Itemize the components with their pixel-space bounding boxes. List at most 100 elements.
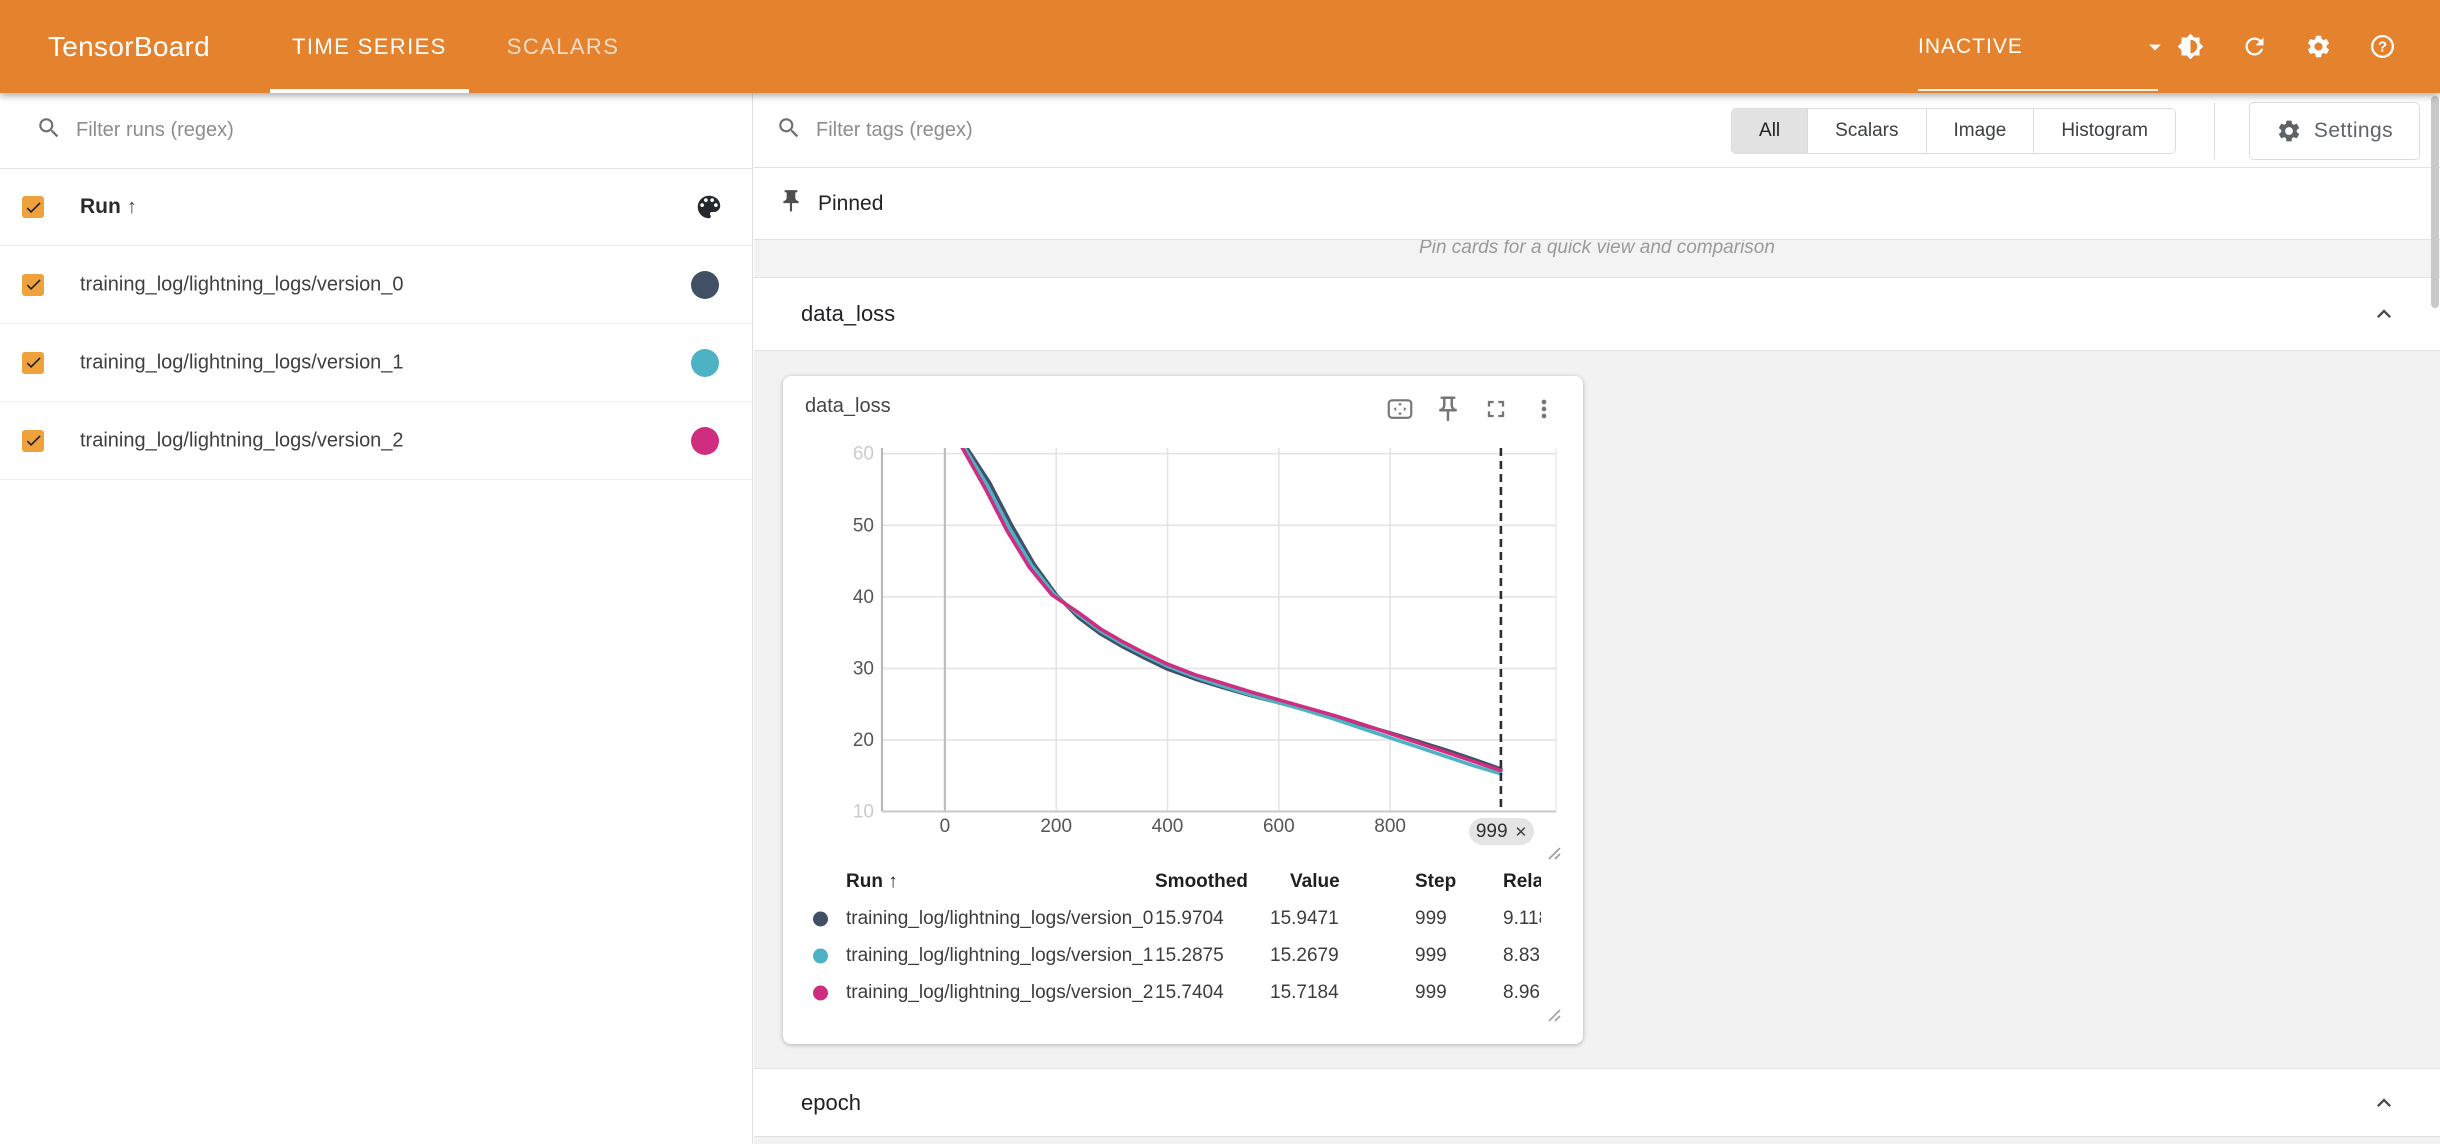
status-label: INACTIVE — [1918, 35, 2023, 59]
sort-arrow-icon: ↑ — [127, 196, 137, 218]
run-row-version-0[interactable]: training_log/lightning_logs/version_0 — [0, 246, 752, 324]
col-relative[interactable]: Relative — [1503, 871, 1541, 893]
chevron-up-icon[interactable] — [2370, 300, 2398, 328]
fit-domain-icon[interactable] — [1383, 392, 1417, 426]
tags-filter-input[interactable] — [816, 119, 1236, 142]
brightness-icon[interactable] — [2168, 25, 2212, 69]
gear-icon[interactable] — [2296, 25, 2340, 69]
pinned-section-header: Pinned — [754, 168, 2440, 240]
card-toolbar — [1383, 392, 1561, 426]
top-tabs: TIME SERIES SCALARS — [262, 0, 649, 93]
runs-data-table: Run ↑ Smoothed Value Step Relative train… — [807, 864, 1541, 1016]
tensorboard-app: TensorBoard TIME SERIES SCALARS INACTIVE — [0, 0, 2440, 1144]
runs-table-header: Run↑ — [0, 169, 752, 246]
status-underline — [1918, 89, 2158, 91]
col-run[interactable]: Run ↑ — [846, 871, 898, 893]
table-row: training_log/lightning_logs/version_1 15… — [807, 937, 1541, 974]
refresh-icon[interactable] — [2232, 25, 2276, 69]
search-icon — [776, 115, 802, 146]
svg-text:?: ? — [2377, 39, 2386, 56]
select-all-checkbox[interactable] — [22, 196, 44, 218]
type-tab-histogram[interactable]: Histogram — [2033, 109, 2175, 153]
cell-smoothed: 15.7404 — [1155, 982, 1224, 1004]
run-color-dot[interactable] — [691, 271, 719, 299]
card-title: data_loss — [805, 395, 891, 418]
chevron-up-icon[interactable] — [2370, 1089, 2398, 1117]
section-title: epoch — [801, 1090, 861, 1116]
run-color-dot — [813, 911, 828, 926]
runs-filter-input[interactable] — [76, 119, 496, 142]
run-color-dot[interactable] — [691, 427, 719, 455]
settings-button[interactable]: Settings — [2249, 102, 2420, 160]
palette-icon[interactable] — [694, 192, 724, 222]
run-checkbox[interactable] — [22, 274, 44, 296]
reload-status-dropdown[interactable]: INACTIVE — [1918, 0, 2169, 93]
cell-smoothed: 15.9704 — [1155, 908, 1224, 930]
kebab-menu-icon[interactable] — [1527, 392, 1561, 426]
cell-relative: 8.835 — [1503, 945, 1541, 967]
cell-relative: 8.967 — [1503, 982, 1541, 1004]
run-color-dot — [813, 948, 828, 963]
tab-time-series[interactable]: TIME SERIES — [262, 0, 477, 93]
svg-text:600: 600 — [1263, 816, 1295, 837]
svg-text:800: 800 — [1374, 816, 1406, 837]
run-row-version-1[interactable]: training_log/lightning_logs/version_1 — [0, 324, 752, 402]
run-row-version-2[interactable]: training_log/lightning_logs/version_2 — [0, 402, 752, 480]
scrollbar-thumb[interactable] — [2431, 96, 2439, 308]
runs-sidebar: Run↑ training_log/lightning_logs/version… — [0, 93, 753, 1144]
run-checkbox[interactable] — [22, 352, 44, 374]
app-logo: TensorBoard — [48, 0, 210, 93]
table-header-row: Run ↑ Smoothed Value Step Relative — [807, 864, 1541, 900]
cell-run: training_log/lightning_logs/version_1 — [846, 945, 1153, 967]
main-panel: All Scalars Image Histogram Settings Pin… — [754, 93, 2440, 1144]
pin-icon[interactable] — [1431, 392, 1465, 426]
col-value[interactable]: Value — [1290, 871, 1340, 893]
fullscreen-icon[interactable] — [1479, 392, 1513, 426]
svg-text:10: 10 — [853, 802, 874, 823]
topbar-icon-buttons: ? — [2168, 0, 2404, 93]
tags-filter-row: All Scalars Image Histogram Settings — [754, 93, 2440, 168]
cell-relative: 9.118 — [1503, 908, 1541, 930]
cell-value: 15.2679 — [1270, 945, 1339, 967]
next-section-edge — [754, 1136, 2440, 1144]
cell-smoothed: 15.2875 — [1155, 945, 1224, 967]
table-row: training_log/lightning_logs/version_2 15… — [807, 974, 1541, 1011]
run-color-dot[interactable] — [691, 349, 719, 377]
svg-text:60: 60 — [853, 444, 874, 465]
divider — [2214, 103, 2215, 159]
scalar-card-data-loss: data_loss — [783, 376, 1583, 1044]
cell-value: 15.9471 — [1270, 908, 1339, 930]
pin-icon — [778, 188, 804, 219]
run-name: training_log/lightning_logs/version_0 — [80, 273, 404, 296]
run-name: training_log/lightning_logs/version_1 — [80, 351, 404, 374]
data-loss-card-container: data_loss — [754, 350, 2440, 1068]
cell-run: training_log/lightning_logs/version_2 — [846, 982, 1153, 1004]
svg-text:0: 0 — [940, 816, 951, 837]
run-checkbox[interactable] — [22, 430, 44, 452]
svg-text:400: 400 — [1152, 816, 1184, 837]
type-tab-image[interactable]: Image — [1926, 109, 2034, 153]
cell-run: training_log/lightning_logs/version_0 — [846, 908, 1153, 930]
svg-text:200: 200 — [1040, 816, 1072, 837]
table-resize-grip[interactable] — [1545, 1006, 1561, 1022]
col-step[interactable]: Step — [1415, 871, 1456, 893]
type-tab-all[interactable]: All — [1732, 109, 1807, 153]
pinned-label: Pinned — [818, 192, 883, 216]
pinned-empty-hint-band: Pin cards for a quick view and compariso… — [754, 240, 2440, 278]
settings-label: Settings — [2314, 119, 2393, 143]
close-icon[interactable]: ✕ — [1515, 823, 1528, 841]
col-smoothed[interactable]: Smoothed — [1155, 871, 1248, 893]
svg-text:50: 50 — [853, 515, 874, 536]
section-header-epoch[interactable]: epoch — [754, 1068, 2440, 1136]
chart-resize-grip[interactable] — [1545, 844, 1561, 860]
table-row: training_log/lightning_logs/version_0 15… — [807, 900, 1541, 937]
svg-text:20: 20 — [853, 730, 874, 751]
help-icon[interactable]: ? — [2360, 25, 2404, 69]
type-tab-scalars[interactable]: Scalars — [1807, 109, 1925, 153]
section-header-data-loss[interactable]: data_loss — [754, 278, 2440, 350]
top-app-bar: TensorBoard TIME SERIES SCALARS INACTIVE — [0, 0, 2440, 93]
run-column-header[interactable]: Run↑ — [80, 195, 137, 219]
tab-scalars[interactable]: SCALARS — [477, 0, 650, 93]
line-chart[interactable]: 1020304050600200400600800 — [783, 436, 1583, 848]
step-pill[interactable]: 999 ✕ — [1469, 818, 1534, 845]
